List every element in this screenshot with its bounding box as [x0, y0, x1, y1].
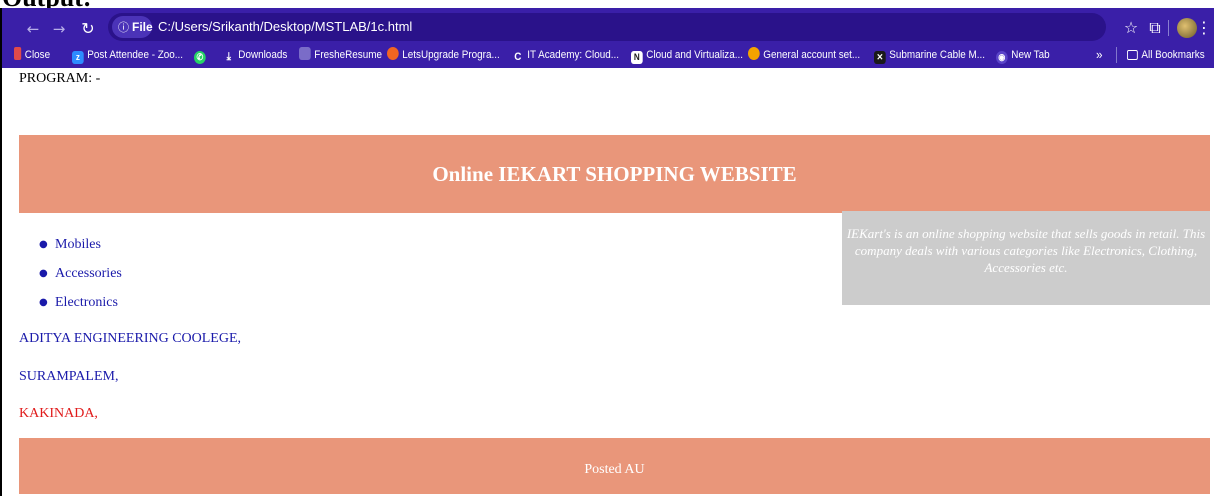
- kebab-menu-icon[interactable]: ⋮: [1196, 17, 1212, 39]
- menu-link-mobiles[interactable]: Mobiles: [55, 237, 101, 252]
- bullet-icon: ●: [39, 297, 48, 308]
- submarine-icon: ✕: [874, 51, 886, 64]
- url-text[interactable]: C:/Users/Srikanth/Desktop/MSTLAB/1c.html: [158, 13, 412, 41]
- academy-icon: C: [514, 51, 522, 63]
- about-box: IEKart's is an online shopping website t…: [842, 211, 1210, 305]
- program-label: PROGRAM: -: [19, 71, 101, 86]
- bookmark-submarine-cable[interactable]: ✕ Submarine Cable M...: [874, 42, 985, 68]
- bookmark-it-academy[interactable]: C IT Academy: Cloud...: [512, 42, 619, 68]
- resume-icon: [299, 47, 311, 60]
- list-item: ● Electronics: [39, 294, 122, 323]
- all-bookmarks-button[interactable]: All Bookmarks: [1127, 42, 1205, 68]
- bookmarks-bar: Close z Post Attendee - Zoo... ✆ ⤓ Downloa…: [2, 42, 1214, 68]
- browser-window: ← → ↻ ⓘ File C:/Users/Srikanth/Desktop/MS…: [0, 8, 1214, 496]
- bookmarks-overflow-button[interactable]: »: [1096, 42, 1103, 68]
- bookmark-downloads[interactable]: ⤓ Downloads: [223, 42, 288, 68]
- site-footer: Posted AU: [19, 438, 1210, 494]
- profile-avatar[interactable]: [1177, 18, 1197, 38]
- info-icon: ⓘ: [118, 21, 129, 34]
- document-heading: Output:: [0, 0, 92, 8]
- puzzle-icon[interactable]: ⧉: [1144, 17, 1166, 39]
- site-chip-label: File: [132, 20, 153, 34]
- arrow-right-icon[interactable]: →: [48, 18, 70, 40]
- toolbar-divider: [1168, 20, 1169, 36]
- bookmarks-divider: [1116, 47, 1117, 63]
- menu-link-electronics[interactable]: Electronics: [55, 295, 118, 310]
- bookmark-new-tab[interactable]: ◉ New Tab: [996, 42, 1050, 68]
- notion-icon: N: [631, 51, 643, 64]
- site-info-chip[interactable]: ⓘ File: [112, 16, 153, 38]
- zoom-icon: z: [72, 51, 84, 64]
- category-menu: ● Mobiles ● Accessories ● Electronics: [39, 236, 122, 323]
- bookmark-whatsapp[interactable]: ✆: [194, 42, 209, 68]
- whatsapp-icon: ✆: [194, 51, 206, 64]
- bullet-icon: ●: [39, 239, 48, 250]
- download-icon: ⤓: [226, 51, 232, 63]
- menu-link-accessories[interactable]: Accessories: [55, 266, 122, 281]
- site-header: Online IEKART SHOPPING WEBSITE: [19, 135, 1210, 213]
- arrow-left-icon[interactable]: ←: [22, 18, 44, 40]
- letsupgrade-icon: [387, 47, 399, 60]
- bookmark-fresheresume[interactable]: FresheResume: [299, 42, 382, 68]
- star-icon[interactable]: ☆: [1120, 17, 1142, 39]
- bookmark-close[interactable]: Close: [14, 42, 50, 68]
- bookmark-letsupgrade[interactable]: LetsUpgrade Progra...: [387, 42, 500, 68]
- folder-icon: [1127, 50, 1138, 60]
- address-line-kakinada: KAKINADA,: [19, 406, 98, 421]
- address-line-surampalem: SURAMPALEM,: [19, 369, 119, 384]
- reload-icon[interactable]: ↻: [77, 18, 99, 40]
- bookmark-zoom[interactable]: z Post Attendee - Zoo...: [72, 42, 183, 68]
- account-icon: [748, 47, 760, 60]
- list-item: ● Accessories: [39, 265, 122, 294]
- bookmark-cloud-virtualization[interactable]: N Cloud and Virtualiza...: [631, 42, 743, 68]
- close-tab-icon: [14, 47, 22, 60]
- list-item: ● Mobiles: [39, 236, 122, 265]
- address-bar[interactable]: ⓘ File C:/Users/Srikanth/Desktop/MSTLAB/1…: [108, 13, 1106, 41]
- bookmark-general-account[interactable]: General account set...: [748, 42, 860, 68]
- bullet-icon: ●: [39, 268, 48, 279]
- address-line-college: ADITYA ENGINEERING COOLEGE,: [19, 331, 242, 346]
- chrome-icon: ◉: [996, 51, 1008, 64]
